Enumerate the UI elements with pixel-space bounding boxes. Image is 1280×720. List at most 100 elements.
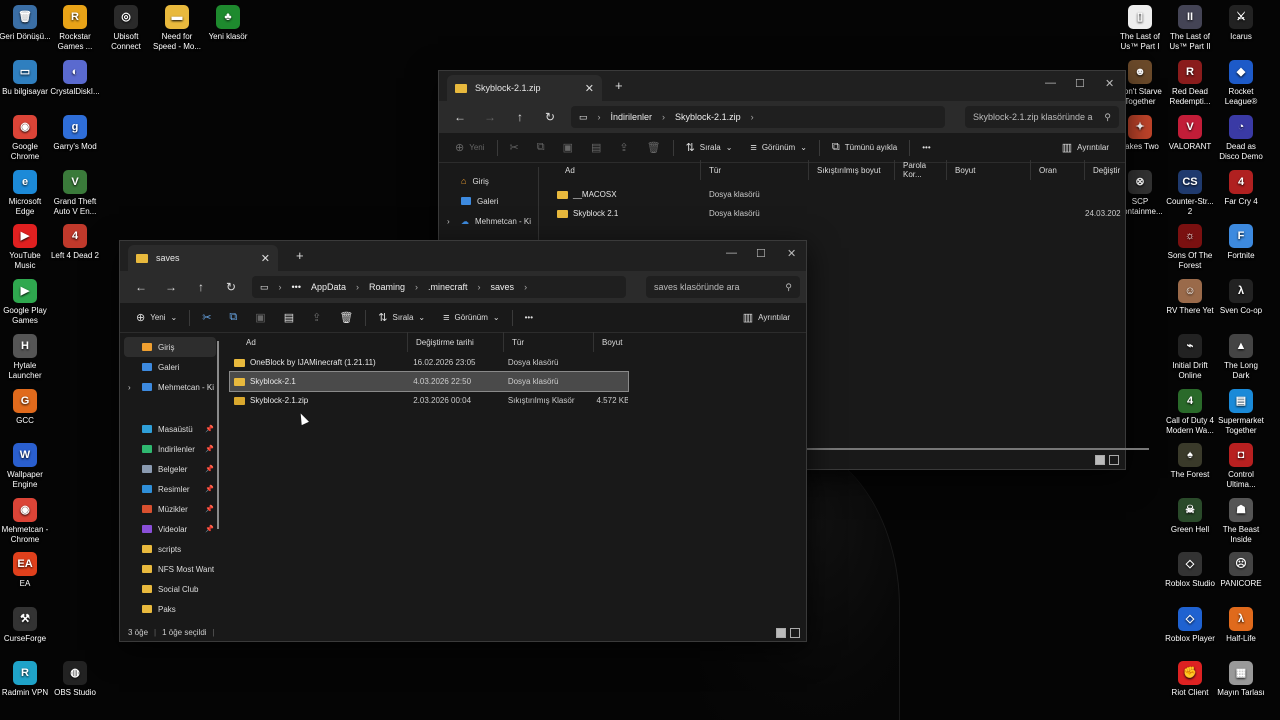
desktop-icon[interactable]: ◇ Roblox Player (1164, 607, 1216, 644)
desktop-icon[interactable]: G GCC (0, 389, 51, 426)
sidebar-item-home[interactable]: ⌂ Giriş (439, 171, 538, 191)
desktop-icon[interactable]: ◉ Google Chrome (0, 115, 51, 162)
desktop-icon[interactable]: ▶ YouTube Music (0, 224, 51, 271)
sidebar-item[interactable]: Giriş (124, 337, 216, 357)
tiles-view-icon[interactable] (1109, 455, 1119, 465)
desktop-icon[interactable]: 4 Far Cry 4 (1215, 170, 1267, 207)
minimize-button[interactable]: — (1045, 77, 1056, 89)
copy-icon[interactable]: ⧉ (223, 311, 243, 324)
close-window-button[interactable]: ✕ (787, 247, 796, 260)
share-icon[interactable]: ⇪ (613, 141, 634, 154)
desktop-icon[interactable]: ☼ Sons Of The Forest (1164, 224, 1216, 271)
desktop-icon[interactable]: e Microsoft Edge (0, 170, 51, 217)
maximize-button[interactable]: ☐ (1075, 77, 1085, 90)
breadcrumb-item[interactable]: saves (491, 282, 515, 292)
breadcrumb-ellipsis[interactable]: ••• (292, 282, 301, 292)
desktop-icon[interactable]: ◉ Mehmetcan - Chrome (0, 498, 51, 545)
sidebar-item[interactable]: Resimler 📌 (120, 479, 220, 499)
back-arrow-icon[interactable]: ← (126, 280, 156, 294)
desktop-icon[interactable]: ☺ RV There Yet (1164, 279, 1216, 316)
horizontal-scrollbar[interactable] (805, 448, 1149, 450)
desktop-icon[interactable]: CS Counter-Str... 2 (1164, 170, 1216, 217)
desktop-icon[interactable]: 4 Call of Duty 4 Modern Wa... (1164, 389, 1216, 436)
close-tab-icon[interactable]: ✕ (261, 252, 270, 265)
desktop-icon[interactable]: ▦ Mayın Tarlası (1215, 661, 1267, 698)
desktop-icon[interactable]: ☹ PANICORE (1215, 552, 1267, 589)
up-arrow-icon[interactable]: ↑ (186, 280, 216, 294)
desktop-icon[interactable]: ⚒ CurseForge (0, 607, 51, 644)
desktop-icon[interactable]: R Red Dead Redempti... (1164, 60, 1216, 107)
desktop-icon[interactable]: R Rockstar Games ... (49, 5, 101, 52)
desktop-icon[interactable]: ▲ The Long Dark (1215, 334, 1267, 381)
details-view-icon[interactable] (1095, 455, 1105, 465)
tiles-view-icon[interactable] (790, 628, 800, 638)
forward-arrow-icon[interactable]: → (156, 280, 186, 294)
extract-all-button[interactable]: ⧉ Tümünü ayıkla (826, 141, 903, 154)
desktop-icon[interactable]: F Fortnite (1215, 224, 1267, 261)
desktop-icon[interactable]: ☗ The Beast Inside (1215, 498, 1267, 545)
list-item[interactable]: Skyblock-2.1.zip 2.03.2026 00:04 Sıkıştırı… (230, 391, 628, 410)
breadcrumb-item[interactable]: Roaming (369, 282, 405, 292)
cut-icon[interactable]: ✂ (504, 141, 525, 154)
column-type[interactable]: Tür (701, 160, 809, 180)
desktop-icon[interactable]: ◆ Rocket League® (1215, 60, 1267, 107)
desktop-icon[interactable]: V VALORANT (1164, 115, 1216, 152)
sidebar-item-gallery[interactable]: Galeri (439, 191, 538, 211)
desktop-icon[interactable]: ✊ Riot Client (1164, 661, 1216, 698)
list-item[interactable]: Skyblock 2.1 Dosya klasörü 24.03.202 (545, 204, 1125, 223)
copy-icon[interactable]: ⧉ (531, 141, 551, 154)
sidebar-scrollbar[interactable] (217, 341, 219, 529)
back-arrow-icon[interactable]: ← (445, 110, 475, 124)
details-button[interactable]: ▥ Ayrıntılar (1056, 141, 1115, 154)
column-size[interactable]: Boyut (594, 332, 634, 352)
close-tab-icon[interactable]: ✕ (585, 82, 594, 95)
column-password[interactable]: Parola Kor... (895, 160, 947, 180)
sidebar-item[interactable]: Galeri (120, 357, 220, 377)
desktop-icon[interactable]: ♠ The Forest (1164, 443, 1216, 480)
desktop-icon[interactable]: ⌁ Initial Drift Online (1164, 334, 1216, 381)
desktop-icon[interactable]: V Grand Theft Auto V En... (49, 170, 101, 217)
column-name[interactable]: Ad (226, 332, 408, 352)
refresh-icon[interactable]: ↻ (535, 110, 565, 124)
desktop-icon[interactable]: ◎ Ubisoft Connect (100, 5, 152, 52)
desktop-icon[interactable]: ▯ The Last of Us™ Part I (1114, 5, 1166, 52)
paste-icon[interactable]: ▣ (249, 311, 271, 324)
close-window-button[interactable]: ✕ (1105, 77, 1114, 90)
search-input[interactable]: saves klasöründe ara ⚲ (646, 276, 800, 298)
desktop-icon[interactable]: R Radmin VPN (0, 661, 51, 698)
sort-button[interactable]: ⇅ Sırala ⌄ (372, 311, 431, 324)
sidebar-item[interactable]: scripts (120, 539, 220, 559)
rename-icon[interactable]: ▤ (585, 141, 607, 154)
column-name[interactable]: Ad (545, 160, 701, 180)
delete-icon[interactable]: 🗑 (333, 311, 359, 324)
view-button[interactable]: ≡ Görünüm ⌄ (744, 142, 812, 154)
sidebar-item[interactable]: Müzikler 📌 (120, 499, 220, 519)
share-icon[interactable]: ⇪ (306, 311, 327, 324)
chevron-right-icon[interactable]: › (128, 383, 131, 392)
sort-button[interactable]: ⇅ Sırala ⌄ (680, 141, 739, 154)
new-button[interactable]: ⊕ Yeni ⌄ (130, 311, 183, 324)
desktop-icon[interactable]: ▭ Bu bilgisayar (0, 60, 51, 97)
desktop-icon[interactable]: W Wallpaper Engine (0, 443, 51, 490)
address-bar[interactable]: ▭ › ••• AppData › Roaming › .minecraft ›… (252, 276, 626, 298)
sidebar-item[interactable]: Masaüstü 📌 (120, 419, 220, 439)
forward-arrow-icon[interactable]: → (475, 110, 505, 124)
list-item[interactable]: Skyblock-2.1 4.03.2026 22:50 Dosya klasörü (229, 371, 629, 392)
desktop-icon[interactable]: ▤ Supermarket Together (1215, 389, 1267, 436)
more-options-button[interactable]: ••• (916, 143, 936, 152)
details-view-icon[interactable] (776, 628, 786, 638)
desktop-icon[interactable]: EA EA (0, 552, 51, 589)
desktop-icon[interactable]: ◍ OBS Studio (49, 661, 101, 698)
desktop-icon[interactable]: 🗑 Geri Dönüşü... (0, 5, 51, 42)
sidebar-item[interactable]: Social Club (120, 579, 220, 599)
chevron-right-icon[interactable]: › (447, 217, 450, 226)
breadcrumb-item[interactable]: İndirilenler (611, 112, 653, 122)
more-options-button[interactable]: ••• (519, 313, 539, 322)
desktop-icon[interactable]: ☠ Green Hell (1164, 498, 1216, 535)
desktop-icon[interactable]: λ Half-Life (1215, 607, 1267, 644)
breadcrumb-item[interactable]: Skyblock-2.1.zip (675, 112, 741, 122)
column-modified[interactable]: Değiştir (1085, 160, 1125, 180)
desktop-icon[interactable]: II The Last of Us™ Part II (1164, 5, 1216, 52)
sidebar-item-onedrive[interactable]: › ☁ Mehmetcan - Ki (439, 211, 538, 231)
details-button[interactable]: ▥ Ayrıntılar (737, 311, 796, 324)
